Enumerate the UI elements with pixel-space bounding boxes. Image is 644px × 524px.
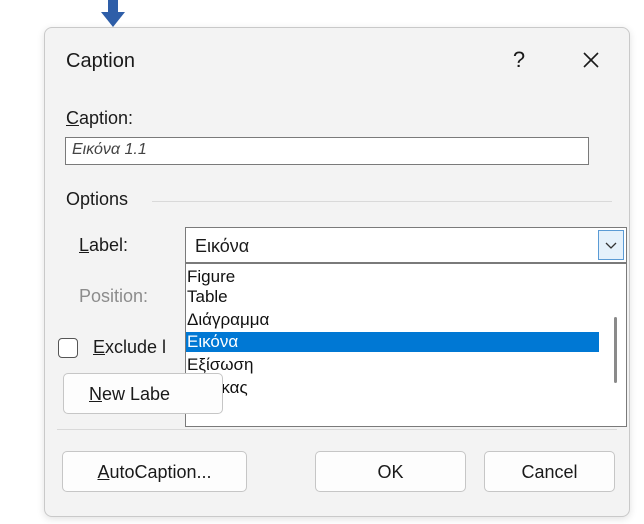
label-dropdown-button[interactable]	[598, 230, 624, 260]
new-label-button[interactable]: New Labe	[63, 373, 223, 414]
exclude-label-checkbox[interactable]	[58, 338, 78, 358]
label-dropdown-list[interactable]: Figure Table Διάγραμμα Εικόνα Εξίσωση Πί…	[185, 263, 627, 427]
options-divider	[152, 201, 612, 202]
caption-field-label: Caption:	[66, 108, 134, 128]
dropdown-item-figure[interactable]: Figure	[186, 267, 599, 287]
down-arrow-icon	[101, 0, 125, 27]
footer-divider	[57, 429, 617, 430]
exclude-label-text: Exclude l	[93, 337, 167, 357]
dropdown-scrollbar-thumb[interactable]	[614, 317, 617, 383]
label-select[interactable]: Εικόνα	[185, 227, 627, 263]
dropdown-item-diagram[interactable]: Διάγραμμα	[186, 310, 599, 330]
dropdown-scrollbar[interactable]	[604, 264, 626, 426]
label-select-value: Εικόνα	[195, 236, 250, 256]
caption-dialog: Caption ? Caption: Εικόνα 1.1 Options La…	[44, 27, 630, 517]
help-button[interactable]: ?	[499, 44, 539, 76]
dropdown-item-table-el[interactable]: Πίνακας	[186, 378, 599, 398]
label-field-label: Label:	[79, 235, 129, 255]
dropdown-item-equation[interactable]: Εξίσωση	[186, 355, 599, 375]
options-heading: Options	[66, 189, 129, 209]
caption-input[interactable]: Εικόνα 1.1	[65, 137, 589, 165]
dialog-title: Caption	[66, 50, 135, 72]
chevron-down-icon	[605, 242, 617, 249]
close-button[interactable]	[571, 44, 611, 76]
title-bar: Caption ?	[45, 28, 629, 92]
autocaption-button[interactable]: AutoCaption...	[62, 451, 247, 492]
position-field-label: Position:	[79, 286, 149, 306]
ok-button[interactable]: OK	[315, 451, 466, 492]
cancel-button[interactable]: Cancel	[484, 451, 615, 492]
close-icon	[583, 52, 599, 68]
dropdown-item-image[interactable]: Εικόνα	[186, 332, 599, 352]
dropdown-item-table[interactable]: Table	[186, 287, 599, 307]
